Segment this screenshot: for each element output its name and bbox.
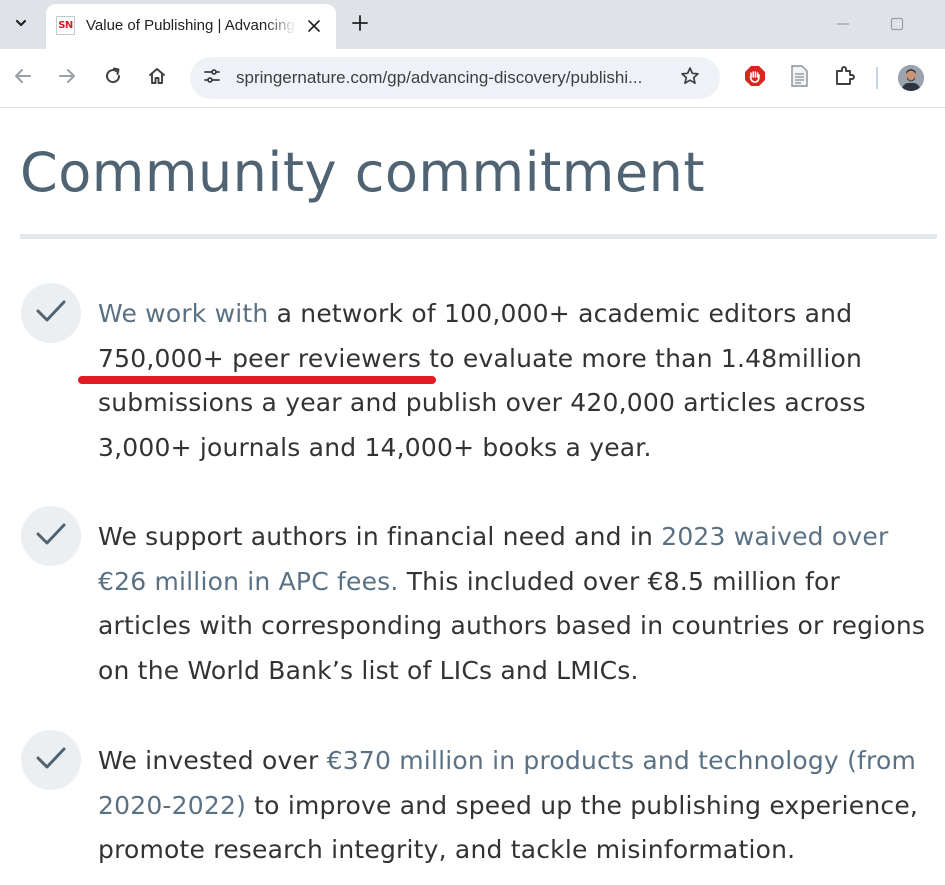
checkmark-icon	[36, 745, 66, 775]
avatar[interactable]	[898, 65, 924, 91]
back-button[interactable]	[10, 65, 36, 91]
site-info-button[interactable]	[200, 66, 224, 90]
checkmark-icon	[36, 521, 66, 551]
adblock-icon	[744, 65, 766, 91]
browser-toolbar: springernature.com/gp/advancing-discover…	[0, 49, 945, 108]
commitment-item-3: We invested over €370 million in product…	[98, 739, 933, 873]
bookmark-button[interactable]	[678, 66, 702, 90]
checkmark-badge	[21, 730, 81, 790]
star-icon	[680, 66, 700, 90]
extensions-button[interactable]	[832, 65, 858, 91]
we-work-with-link[interactable]: We work with	[98, 299, 268, 328]
chevron-down-icon	[14, 15, 28, 34]
toolbar-divider	[876, 67, 878, 89]
title-divider	[20, 234, 937, 239]
checkmark-badge	[21, 283, 81, 343]
tab-search-button[interactable]	[6, 7, 36, 41]
active-tab[interactable]: SN Value of Publishing | Advancing Disco…	[46, 4, 336, 49]
maximize-button[interactable]	[886, 14, 908, 36]
red-highlight-underline	[78, 376, 436, 384]
maximize-icon	[890, 16, 904, 35]
address-bar[interactable]: springernature.com/gp/advancing-discover…	[190, 57, 720, 99]
page-title: Community commitment	[20, 141, 706, 204]
forward-button[interactable]	[54, 65, 80, 91]
site-info-icon	[202, 66, 222, 90]
close-icon	[308, 17, 320, 36]
url-text[interactable]: springernature.com/gp/advancing-discover…	[236, 68, 666, 90]
minimize-icon	[836, 16, 850, 35]
reload-icon	[103, 66, 123, 90]
forward-icon	[57, 66, 77, 90]
reload-button[interactable]	[100, 65, 126, 91]
adblock-extension-button[interactable]	[742, 65, 768, 91]
home-button[interactable]	[144, 65, 170, 91]
tab-favicon: SN	[56, 16, 75, 35]
plus-icon	[352, 15, 368, 35]
extensions-icon	[834, 65, 856, 91]
reader-extension-button[interactable]	[786, 65, 812, 91]
tab-title: Value of Publishing | Advancing Discover…	[86, 17, 296, 34]
commitment-item-2-text: We support authors in financial need and…	[98, 522, 662, 551]
commitment-item-2: We support authors in financial need and…	[98, 515, 933, 693]
minimize-button[interactable]	[832, 14, 854, 36]
commitment-item-3-text: We invested over	[98, 746, 327, 775]
checkmark-badge	[21, 506, 81, 566]
back-icon	[13, 66, 33, 90]
tab-strip: SN Value of Publishing | Advancing Disco…	[0, 0, 945, 49]
tab-close-button[interactable]	[304, 16, 324, 36]
reader-icon	[789, 65, 809, 91]
new-tab-button[interactable]	[348, 13, 372, 37]
home-icon	[147, 66, 167, 90]
checkmark-icon	[36, 298, 66, 328]
